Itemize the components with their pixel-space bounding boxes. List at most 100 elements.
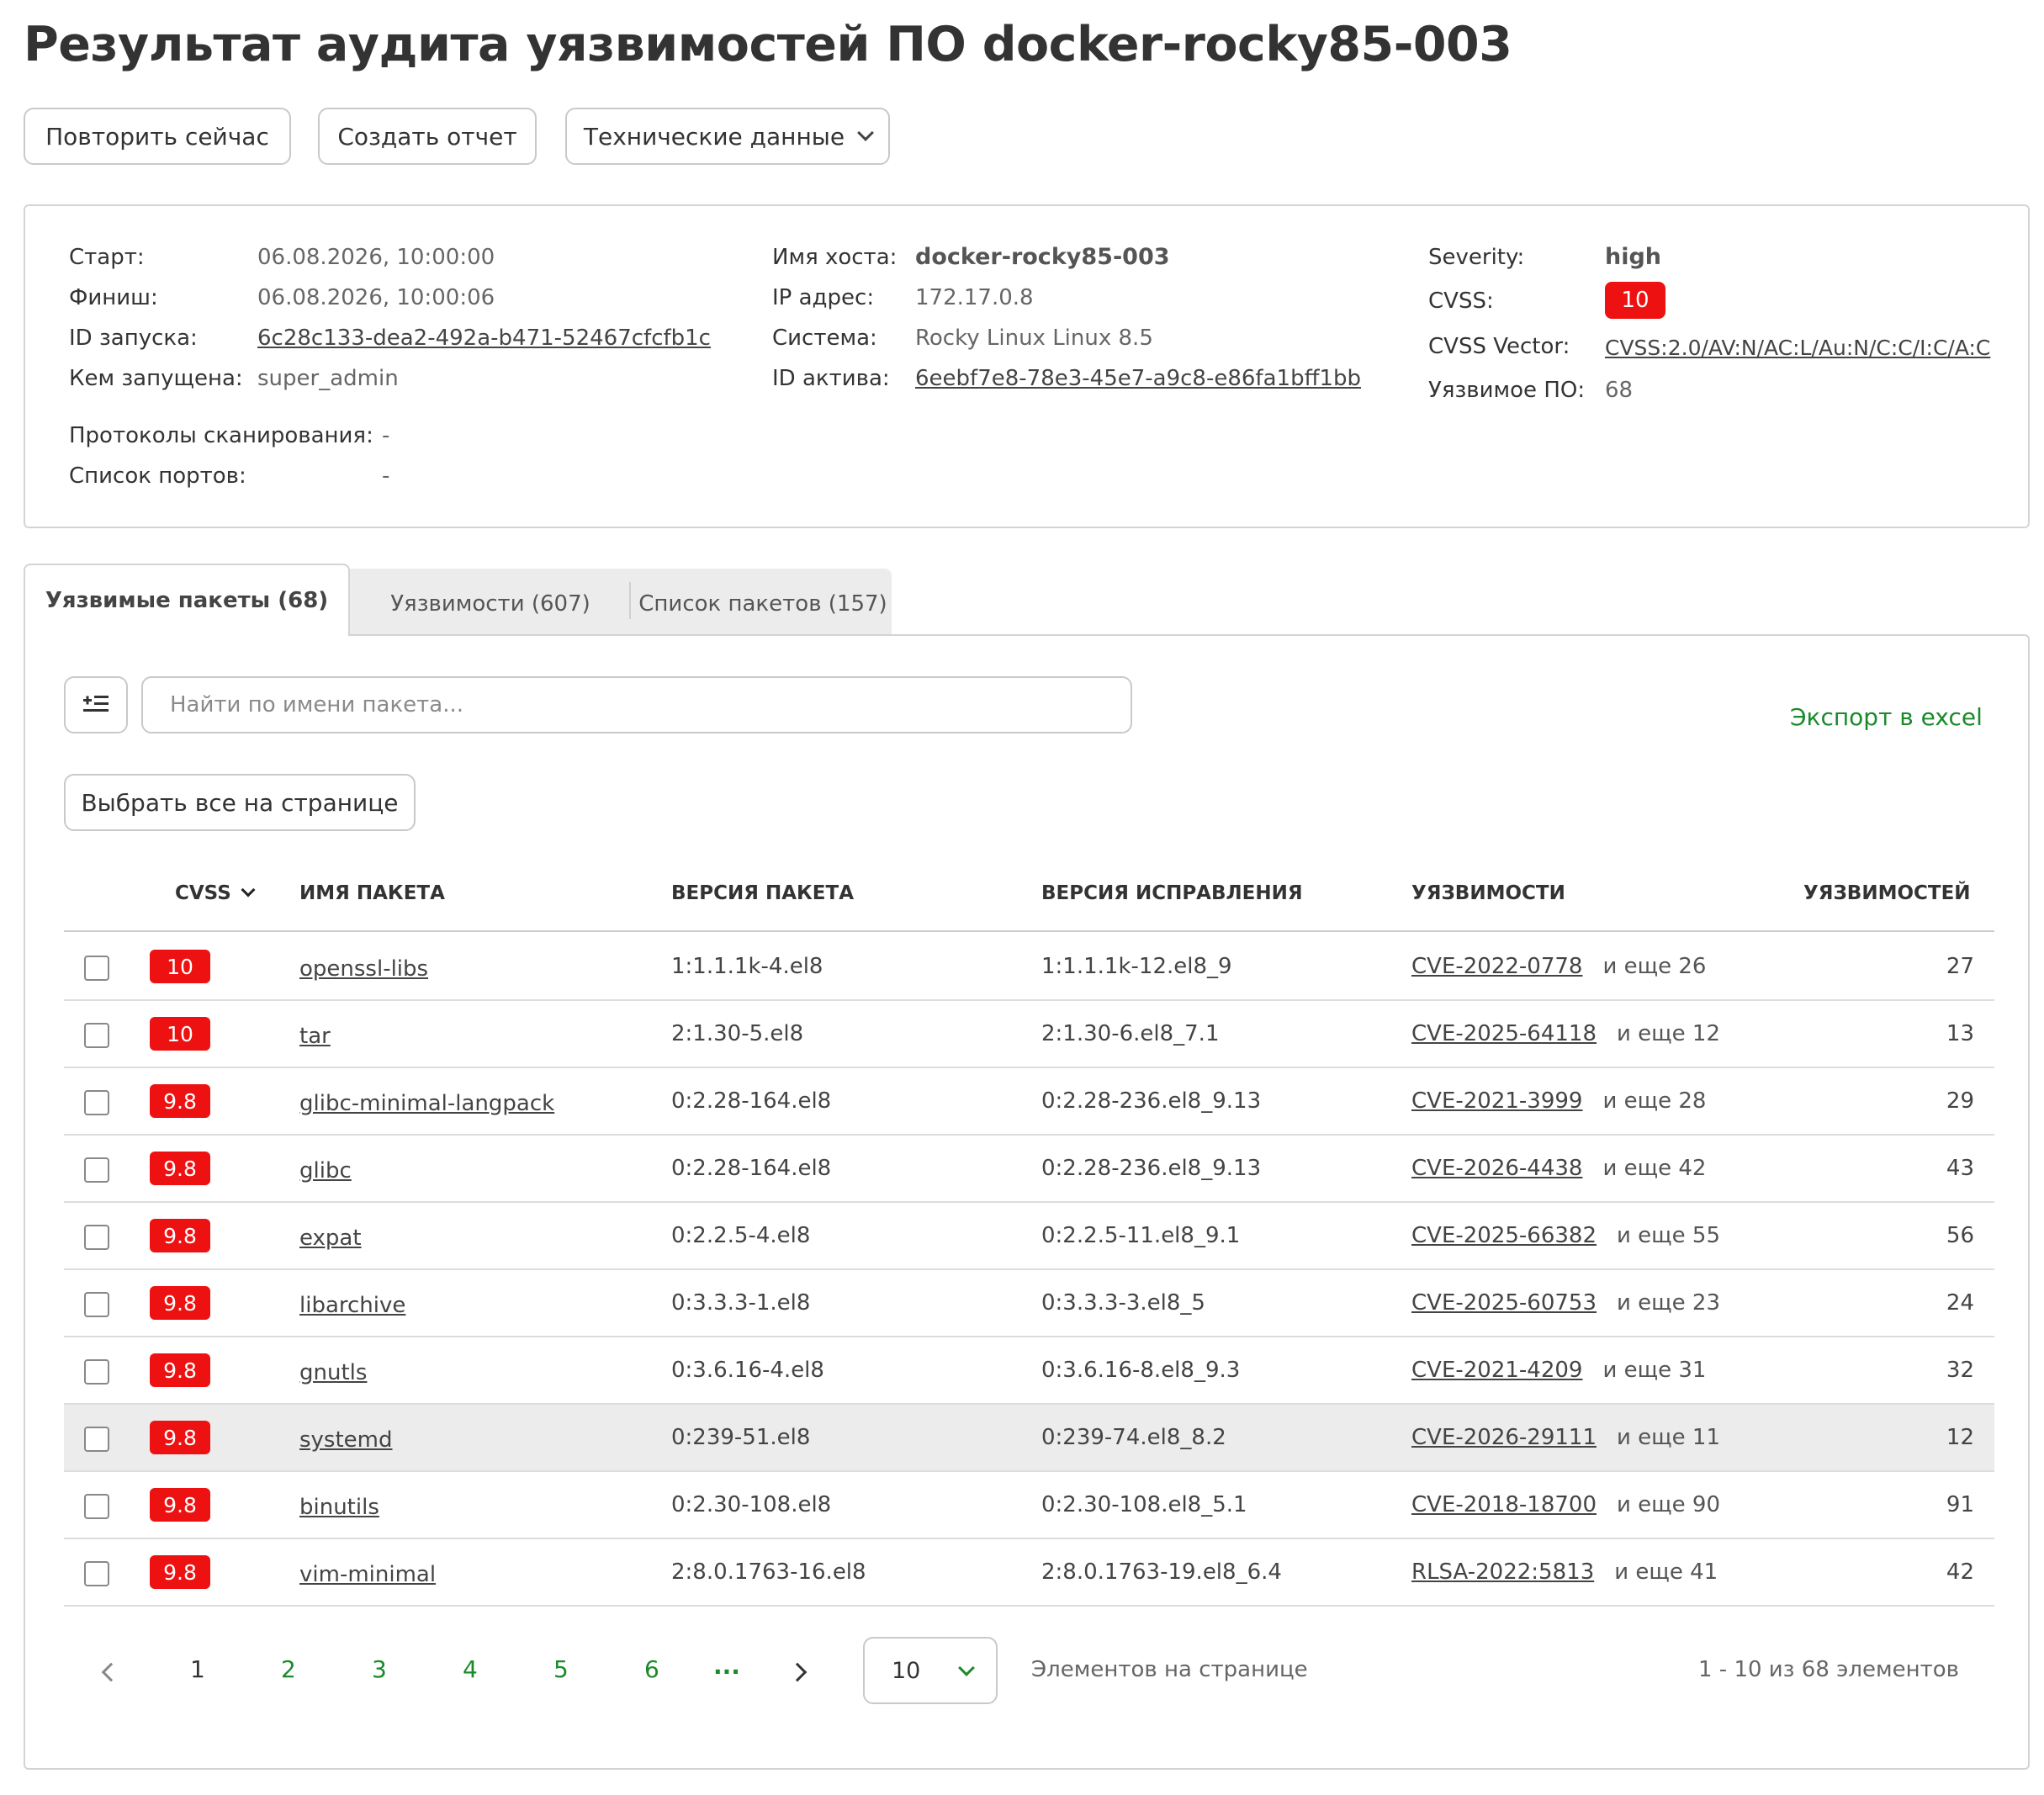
hostname-label: Имя хоста: <box>772 245 898 270</box>
package-name-link[interactable]: gnutls <box>299 1360 367 1385</box>
sort-descending-icon <box>241 882 256 898</box>
package-name-link[interactable]: tar <box>299 1024 331 1049</box>
page-6[interactable]: 6 <box>644 1655 659 1683</box>
table-row: 9.8 glibc 0:2.28-164.el8 0:2.28-236.el8_… <box>64 1136 1994 1203</box>
row-checkbox[interactable] <box>84 1157 109 1183</box>
row-checkbox[interactable] <box>84 1427 109 1452</box>
tab-vulnerabilities[interactable]: Уязвимости (607) <box>352 569 629 639</box>
page-5[interactable]: 5 <box>553 1655 569 1683</box>
fix-version: 0:239-74.el8_8.2 <box>1041 1425 1226 1450</box>
column-settings-button[interactable] <box>64 676 128 733</box>
run-id-label: ID запуска: <box>69 326 198 351</box>
per-page-select[interactable]: 10 <box>863 1637 998 1704</box>
severity-label: Severity: <box>1428 245 1525 270</box>
more-vulns-text: и еще 23 <box>1617 1290 1721 1316</box>
column-header-fix-version: ВЕРСИЯ ИСПРАВЛЕНИЯ <box>1041 882 1303 904</box>
table-row: 10 tar 2:1.30-5.el8 2:1.30-6.el8_7.1 CVE… <box>64 1001 1994 1068</box>
cvss-badge: 9.8 <box>150 1353 210 1387</box>
fix-version: 0:2.2.5-11.el8_9.1 <box>1041 1223 1241 1248</box>
package-name-link[interactable]: glibc <box>299 1158 352 1183</box>
row-checkbox[interactable] <box>84 1292 109 1317</box>
cve-link[interactable]: CVE-2021-3999 <box>1411 1088 1582 1114</box>
cvss-badge: 10 <box>1605 282 1665 319</box>
cve-link[interactable]: CVE-2018-18700 <box>1411 1492 1597 1517</box>
vuln-count: 32 <box>1946 1358 1974 1383</box>
asset-id-link[interactable]: 6eebf7e8-78e3-45e7-a9c8-e86fa1bff1bb <box>915 366 1361 391</box>
fix-version: 0:2.28-236.el8_9.13 <box>1041 1088 1262 1114</box>
page-2[interactable]: 2 <box>281 1655 296 1683</box>
run-id-link[interactable]: 6c28c133-dea2-492a-b471-52467cfcfb1c <box>257 326 711 351</box>
row-checkbox[interactable] <box>84 1359 109 1385</box>
fix-version: 0:2.30-108.el8_5.1 <box>1041 1492 1247 1517</box>
package-version: 1:1.1.1k-4.el8 <box>671 954 823 979</box>
cve-link[interactable]: CVE-2025-66382 <box>1411 1223 1597 1248</box>
row-checkbox[interactable] <box>84 1090 109 1115</box>
cvss-badge: 10 <box>150 1017 210 1051</box>
package-name-link[interactable]: libarchive <box>299 1293 405 1318</box>
more-vulns-text: и еще 28 <box>1602 1088 1707 1114</box>
export-excel-link[interactable]: Экспорт в excel <box>1790 703 1983 731</box>
row-checkbox[interactable] <box>84 956 109 981</box>
package-name-link[interactable]: openssl-libs <box>299 956 428 982</box>
row-checkbox[interactable] <box>84 1225 109 1250</box>
launched-by-label: Кем запущена: <box>69 366 243 391</box>
retry-button[interactable]: Повторить сейчас <box>24 108 291 165</box>
start-label: Старт: <box>69 245 145 270</box>
package-name-link[interactable]: glibc-minimal-langpack <box>299 1091 554 1116</box>
cvss-badge: 9.8 <box>150 1219 210 1252</box>
asset-id-label: ID актива: <box>772 366 890 391</box>
fix-version: 1:1.1.1k-12.el8_9 <box>1041 954 1232 979</box>
cve-link[interactable]: CVE-2025-64118 <box>1411 1021 1597 1046</box>
more-vulns-text: и еще 42 <box>1602 1156 1707 1181</box>
tab-package-list[interactable]: Список пакетов (157) <box>633 569 893 639</box>
vuln-count: 56 <box>1946 1223 1974 1248</box>
page-3[interactable]: 3 <box>372 1655 387 1683</box>
finish-label: Финиш: <box>69 285 158 310</box>
cve-link[interactable]: CVE-2025-60753 <box>1411 1290 1597 1316</box>
cvss-vector-link[interactable]: CVSS:2.0/AV:N/AC:L/Au:N/C:C/I:C/A:C <box>1605 336 1990 360</box>
row-checkbox[interactable] <box>84 1494 109 1519</box>
fix-version: 0:3.3.3-3.el8_5 <box>1041 1290 1205 1316</box>
more-vulns-text: и еще 31 <box>1602 1358 1707 1383</box>
cve-link[interactable]: CVE-2026-29111 <box>1411 1425 1597 1450</box>
vuln-count: 29 <box>1946 1088 1974 1114</box>
package-version: 0:2.30-108.el8 <box>671 1492 832 1517</box>
tab-divider <box>629 582 631 619</box>
technical-data-dropdown[interactable]: Технические данные <box>565 108 890 165</box>
ports-label: Список портов: <box>69 463 246 489</box>
row-checkbox[interactable] <box>84 1561 109 1586</box>
cve-link[interactable]: CVE-2021-4209 <box>1411 1358 1582 1383</box>
column-header-cvss[interactable]: CVSS <box>175 856 256 930</box>
row-checkbox[interactable] <box>84 1023 109 1048</box>
cve-link[interactable]: RLSA-2022:5813 <box>1411 1559 1594 1585</box>
finish-value: 06.08.2026, 10:00:06 <box>257 285 495 310</box>
package-name-link[interactable]: expat <box>299 1226 362 1251</box>
cvss-badge: 9.8 <box>150 1421 210 1454</box>
cve-link[interactable]: CVE-2026-4438 <box>1411 1156 1582 1181</box>
scan-info-panel: Старт: 06.08.2026, 10:00:00 Финиш: 06.08… <box>24 204 2030 528</box>
chevron-right-icon[interactable] <box>787 1662 808 1682</box>
column-header-vulnerabilities: УЯЗВИМОСТИ <box>1411 882 1565 904</box>
package-version: 0:3.6.16-4.el8 <box>671 1358 824 1383</box>
select-all-on-page-button[interactable]: Выбрать все на странице <box>64 774 416 831</box>
cvss-badge: 10 <box>150 950 210 983</box>
tab-vulnerable-packages[interactable]: Уязвимые пакеты (68) <box>24 564 350 636</box>
cve-link[interactable]: CVE-2022-0778 <box>1411 954 1582 979</box>
table-row: 10 openssl-libs 1:1.1.1k-4.el8 1:1.1.1k-… <box>64 934 1994 1001</box>
column-header-package-name: ИМЯ ПАКЕТА <box>299 882 445 904</box>
package-search-input[interactable] <box>141 676 1132 733</box>
package-name-link[interactable]: vim-minimal <box>299 1562 436 1587</box>
page-1[interactable]: 1 <box>190 1655 205 1683</box>
chevron-left-icon[interactable] <box>101 1662 121 1682</box>
package-name-link[interactable]: binutils <box>299 1495 379 1520</box>
pagination-ellipsis[interactable]: ... <box>713 1652 740 1680</box>
create-report-button[interactable]: Создать отчет <box>318 108 537 165</box>
vulnerable-sw-label: Уязвимое ПО: <box>1428 378 1586 403</box>
severity-value: high <box>1605 244 1662 270</box>
package-name-link[interactable]: systemd <box>299 1427 393 1453</box>
pagination-summary: 1 - 10 из 68 элементов <box>1697 1657 1959 1682</box>
pagination: 1 2 3 4 5 6 ... 10 Элементов на странице… <box>64 1637 1994 1708</box>
page-4[interactable]: 4 <box>463 1655 478 1683</box>
more-vulns-text: и еще 12 <box>1617 1021 1721 1046</box>
technical-data-label: Технические данные <box>583 122 845 151</box>
